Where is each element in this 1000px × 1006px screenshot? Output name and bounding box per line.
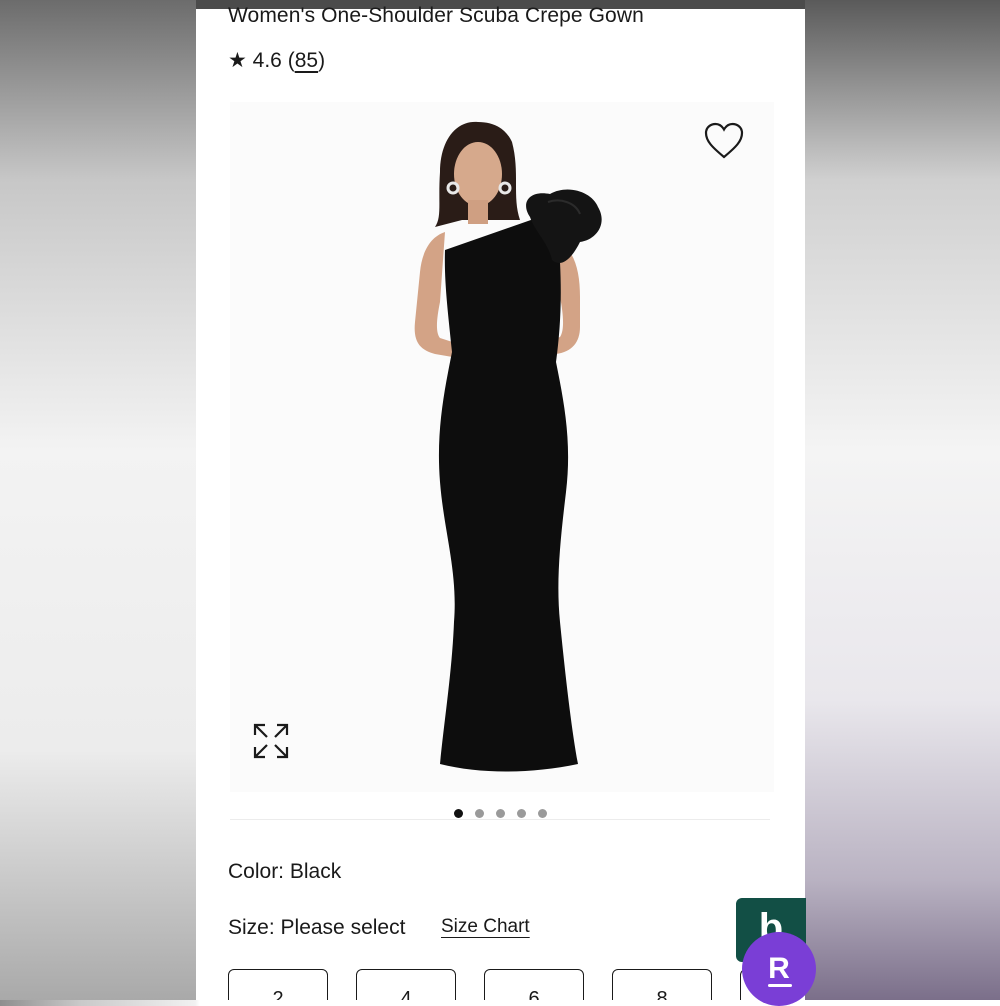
gallery-dot[interactable]	[496, 809, 505, 818]
color-label: Color:	[228, 860, 285, 883]
r-badge-underline	[768, 984, 792, 987]
r-app-badge-label: R	[768, 952, 790, 985]
size-label: Size:	[228, 916, 275, 939]
r-app-badge[interactable]: R	[742, 932, 816, 1006]
review-count-wrap[interactable]: (85)	[288, 49, 325, 72]
product-page: Women's One-Shoulder Scuba Crepe Gown ★ …	[196, 0, 805, 1000]
gallery-dot[interactable]	[475, 809, 484, 818]
size-chart-link[interactable]: Size Chart	[441, 916, 530, 938]
size-option-6[interactable]: 6	[484, 969, 584, 1000]
size-value: Please select	[280, 916, 406, 939]
size-option-2[interactable]: 2	[228, 969, 328, 1000]
gallery-dot[interactable]	[538, 809, 547, 818]
product-title: Women's One-Shoulder Scuba Crepe Gown	[228, 4, 644, 27]
color-selection: Color: Black	[228, 860, 341, 884]
expand-image-icon[interactable]	[252, 722, 290, 760]
size-option-8[interactable]: 8	[612, 969, 712, 1000]
review-count[interactable]: 85	[295, 49, 318, 72]
background-left	[0, 0, 196, 1000]
model-photo	[414, 121, 602, 772]
gallery-dot[interactable]	[517, 809, 526, 818]
color-value: Black	[289, 860, 342, 883]
rating-value: 4.6	[252, 49, 282, 72]
background-right	[805, 0, 1000, 1000]
size-option-4[interactable]: 4	[356, 969, 456, 1000]
favorite-heart-icon[interactable]	[704, 122, 744, 160]
divider	[230, 819, 770, 820]
star-icon: ★	[228, 49, 247, 72]
product-rating[interactable]: ★ 4.6 (85)	[228, 48, 325, 73]
gallery-dot[interactable]	[454, 809, 463, 818]
gallery-pagination	[196, 809, 805, 819]
size-selection: Size: Please select	[228, 916, 405, 940]
product-image[interactable]	[230, 102, 774, 792]
